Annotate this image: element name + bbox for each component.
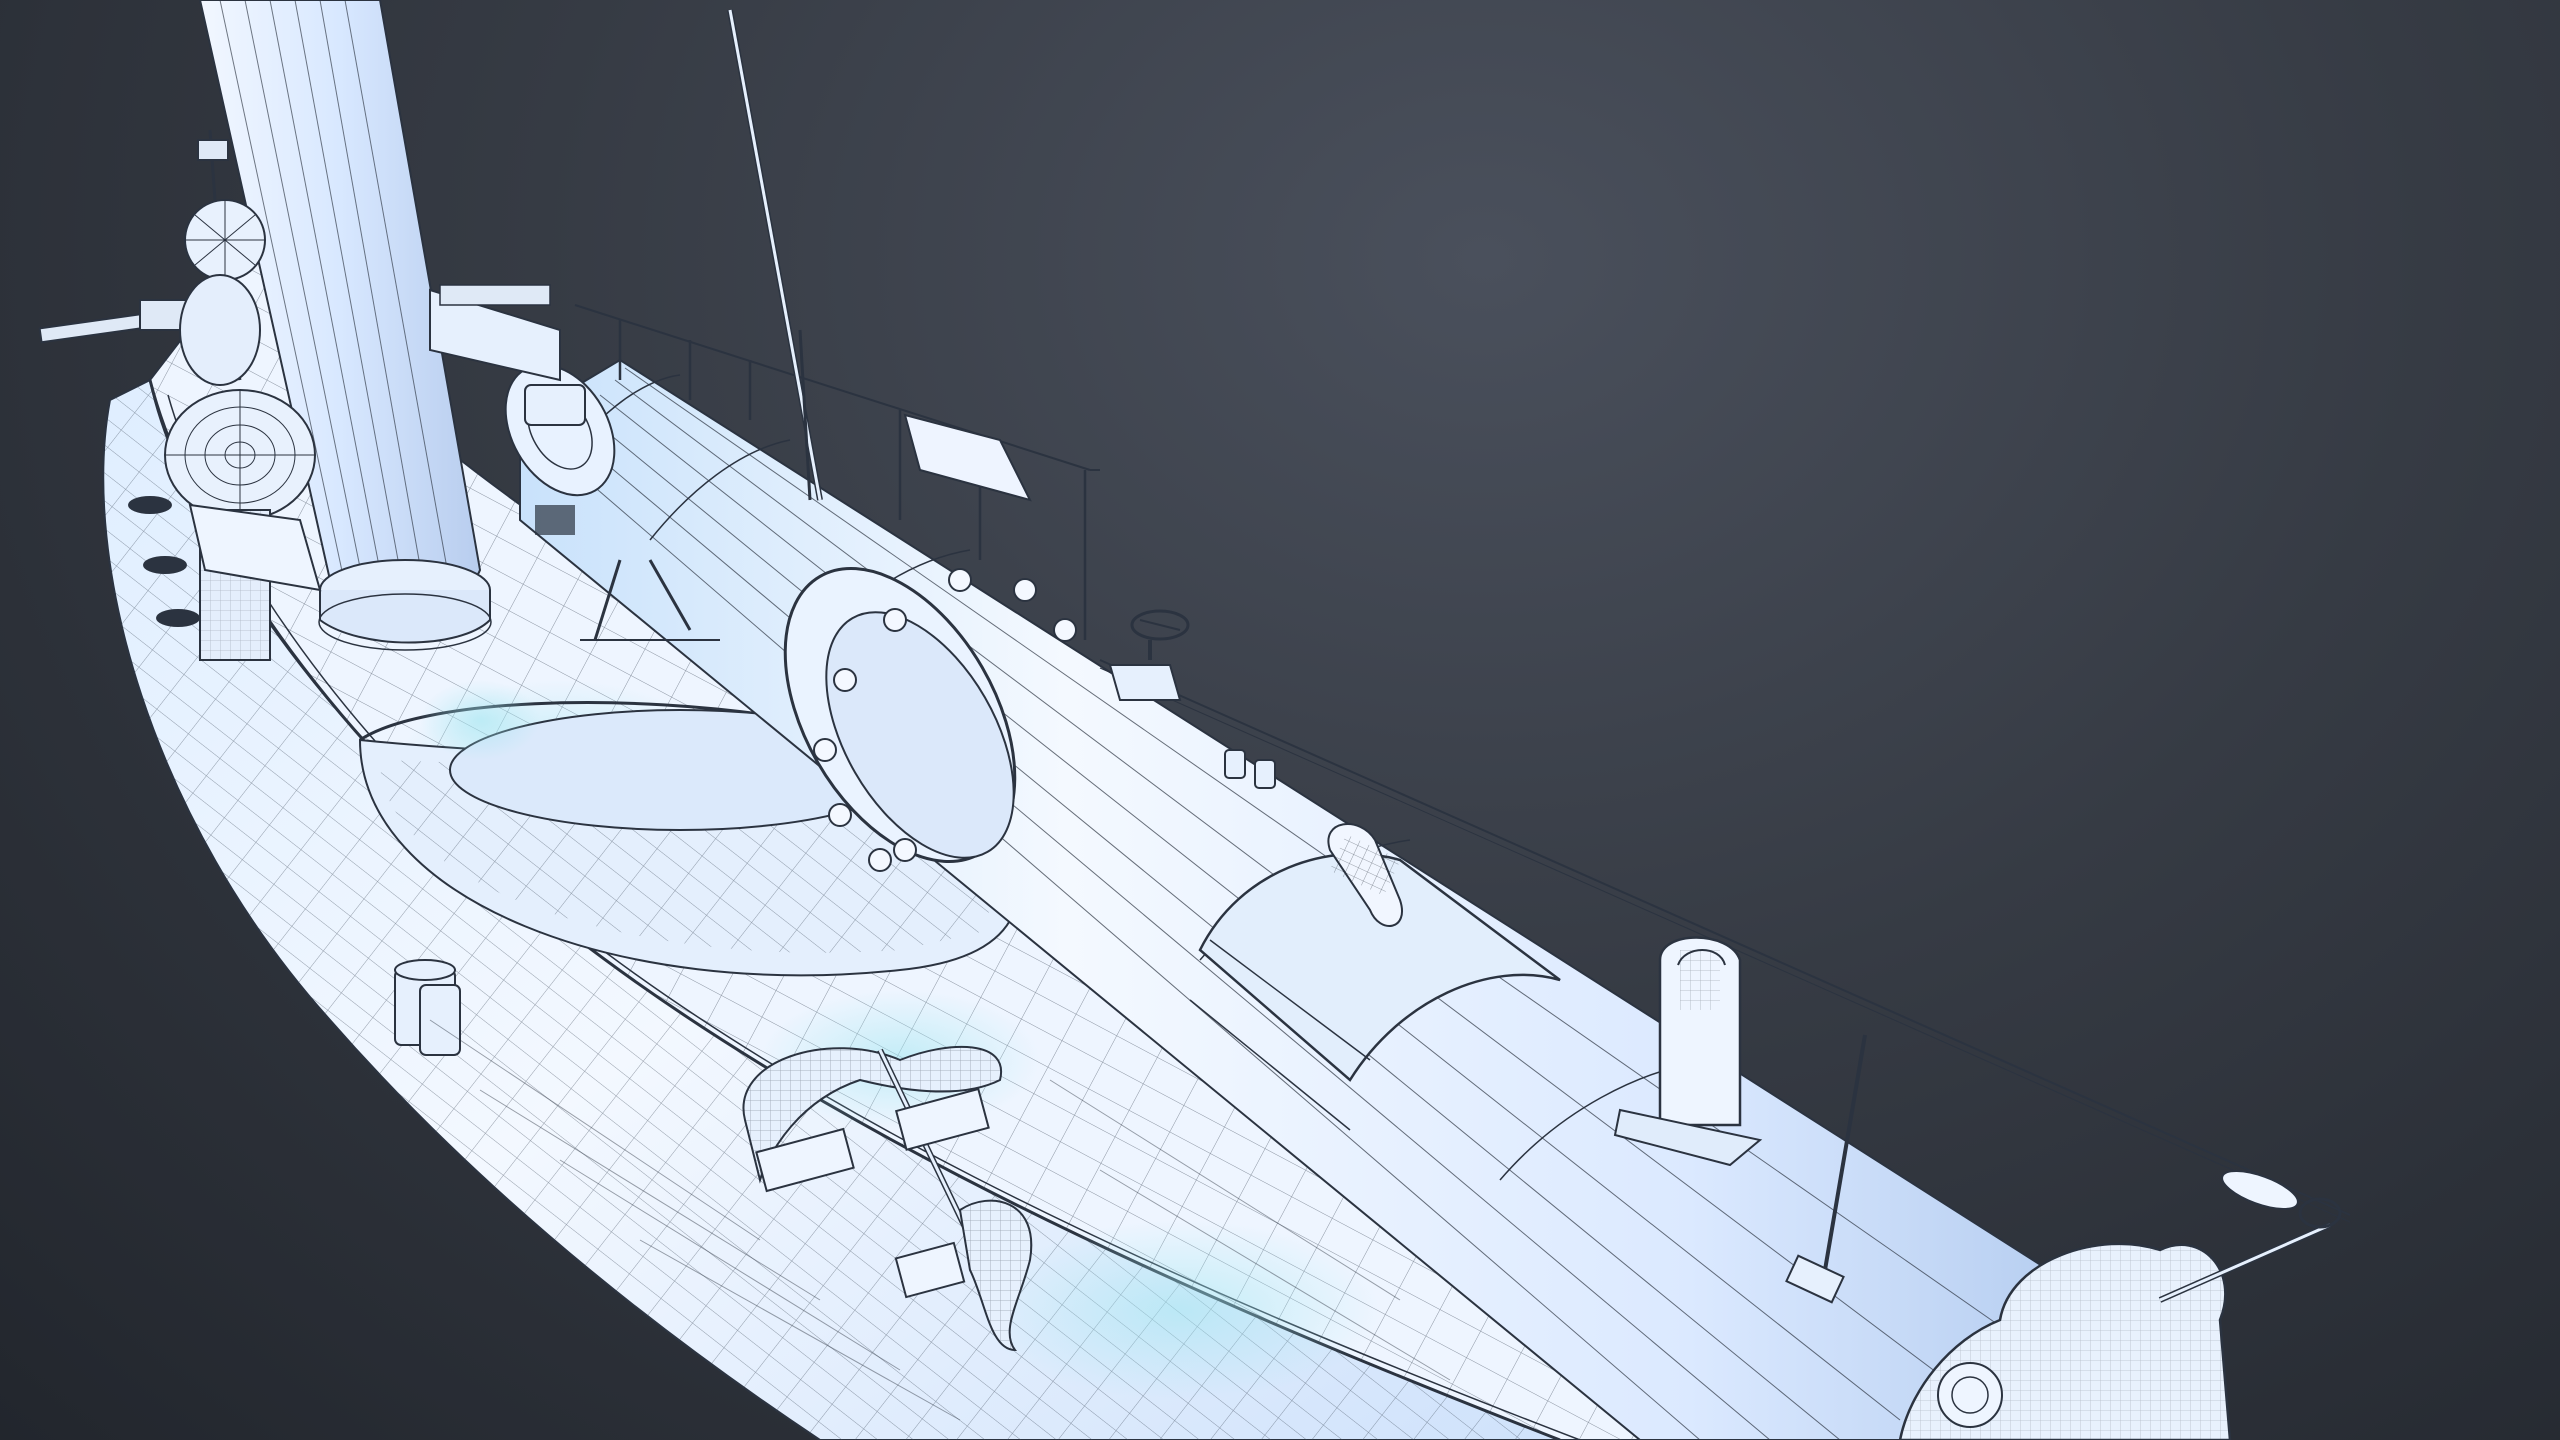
porthole [128,496,172,514]
bolt [833,668,857,692]
bolt [893,838,917,862]
bolt [1053,618,1077,642]
bolt [868,848,892,872]
bolt [948,568,972,592]
wireframe-render [38,0,2351,1440]
porthole [156,609,200,627]
porthole [143,556,187,574]
bolt [813,738,837,762]
pennant-flag [903,413,1032,502]
bolt [1013,578,1037,602]
bolt [828,803,852,827]
antenna [727,9,823,501]
valve-wheel [1108,609,1190,701]
bolt [883,608,907,632]
3d-viewport[interactable] [0,0,2560,1440]
